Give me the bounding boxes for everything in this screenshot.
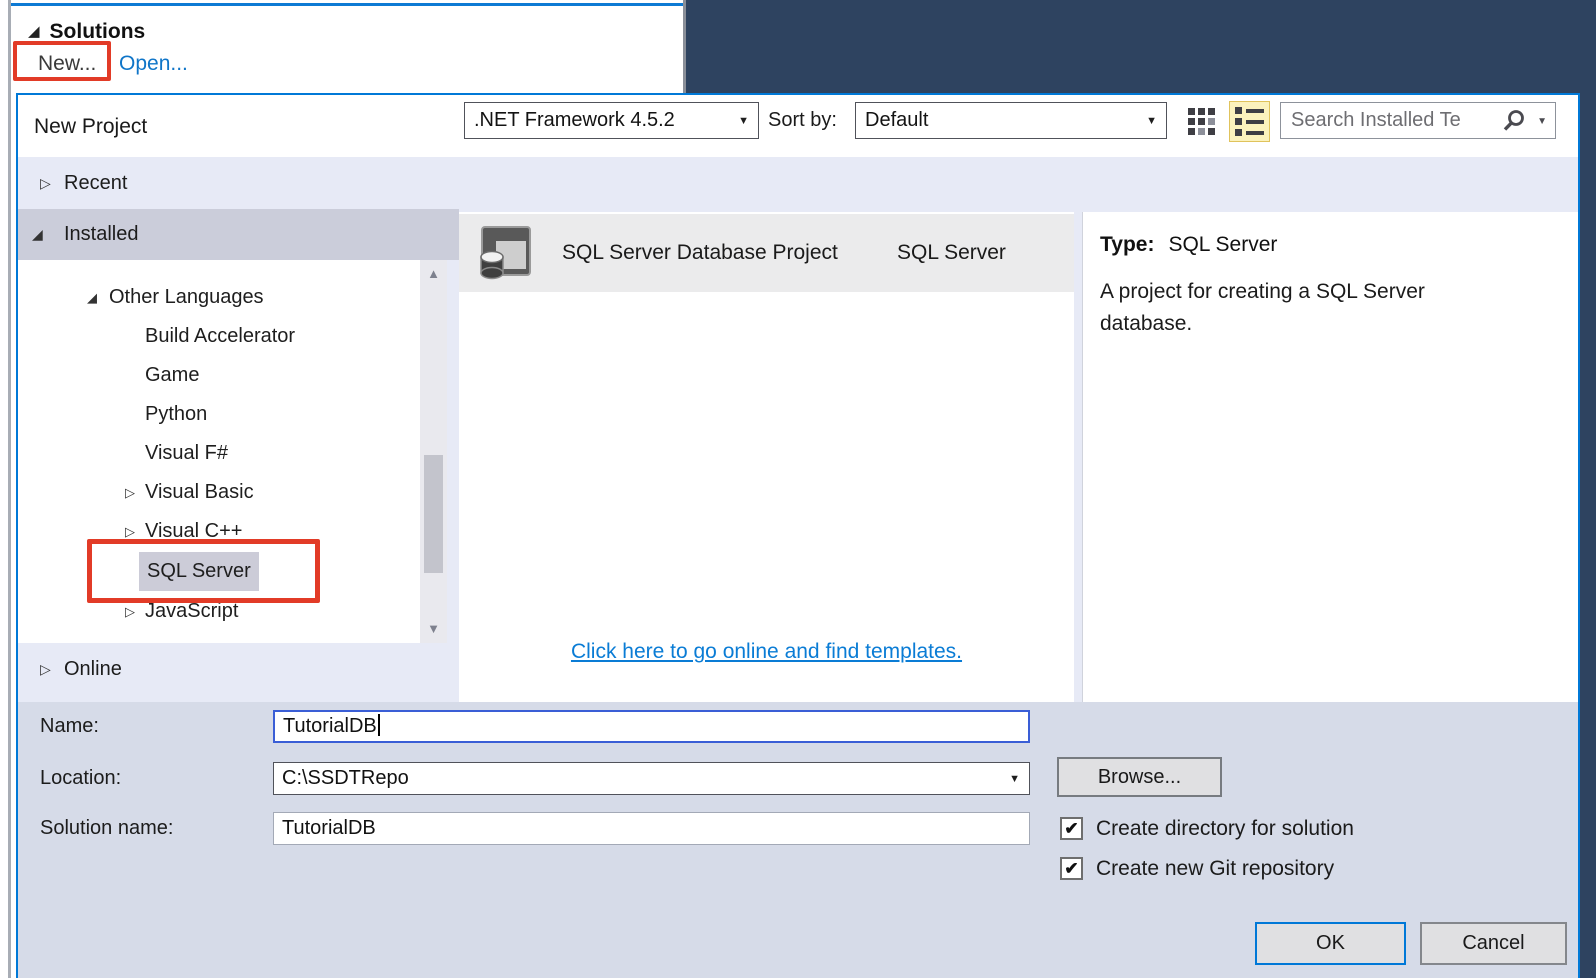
type-label: Type:	[1100, 233, 1155, 256]
create-directory-label: Create directory for solution	[1096, 817, 1354, 840]
list-view-icon	[1235, 107, 1264, 136]
dialog-title: New Project	[34, 115, 148, 138]
template-info-panel: Type: SQL Server A project for creating a…	[1082, 212, 1578, 702]
tree-scrollbar[interactable]: ▲ ▼	[420, 260, 447, 643]
grid-view-icon	[1188, 108, 1215, 135]
solution-name-field[interactable]: TutorialDB	[273, 812, 1030, 845]
project-form: Name: TutorialDB Location: C:\SSDTRepo ▼…	[18, 702, 1578, 978]
list-view-button[interactable]	[1229, 101, 1270, 142]
create-git-label: Create new Git repository	[1096, 857, 1335, 880]
tree-item-other-languages[interactable]: ◢ Other Languages	[18, 278, 447, 317]
icon-view-button[interactable]	[1181, 101, 1222, 142]
solutions-header-label: Solutions	[49, 20, 146, 43]
tree-item-sql-server[interactable]: SQL Server	[18, 552, 447, 591]
checkbox-checked-icon[interactable]: ✔	[1060, 817, 1083, 840]
search-placeholder: Search Installed Te	[1291, 109, 1461, 131]
tree-item-visual-fsharp[interactable]: Visual F#	[18, 434, 447, 473]
template-type-row: Type: SQL Server	[1100, 232, 1277, 258]
framework-select[interactable]: .NET Framework 4.5.2 ▼	[464, 102, 759, 139]
name-label: Name:	[40, 715, 99, 737]
tree-item-visual-basic[interactable]: ▷ Visual Basic	[18, 473, 447, 512]
text-caret	[377, 714, 380, 736]
solutions-header[interactable]: ◢ Solutions	[28, 15, 145, 49]
location-value: C:\SSDTRepo	[282, 767, 409, 789]
category-label: Installed	[64, 223, 139, 245]
expanded-icon: ◢	[28, 23, 40, 40]
framework-select-value: .NET Framework 4.5.2	[474, 109, 675, 131]
solution-name-label: Solution name:	[40, 817, 174, 839]
database-project-icon	[478, 224, 534, 287]
panel-separator	[1074, 212, 1082, 702]
tree-item-build-accelerator[interactable]: Build Accelerator	[18, 317, 447, 356]
ok-button[interactable]: OK	[1255, 922, 1406, 965]
location-combobox[interactable]: C:\SSDTRepo ▼	[273, 762, 1030, 795]
browse-button[interactable]: Browse...	[1057, 757, 1222, 797]
tree-item-javascript[interactable]: ▷ JavaScript	[18, 592, 447, 631]
location-label: Location:	[40, 767, 122, 789]
tree-item-python[interactable]: Python	[18, 395, 447, 434]
tree-item-label: Other Languages	[109, 286, 264, 308]
category-recent[interactable]: ▷ Recent	[18, 157, 459, 209]
tree-item-label-selected: SQL Server	[139, 552, 259, 591]
tree-item-label: Visual C++	[145, 520, 243, 542]
scrollbar-thumb[interactable]	[424, 455, 443, 573]
tree-item-label: Visual Basic	[145, 481, 254, 503]
go-online-link[interactable]: Click here to go online and find templat…	[459, 640, 1074, 664]
expanded-icon[interactable]: ◢	[32, 209, 43, 260]
tree-item-label: Game	[145, 364, 200, 386]
new-project-dialog: New Project ? ✕ ▷ Recent ◢ Installed ◢ O…	[16, 93, 1580, 978]
sort-by-label: Sort by:	[768, 109, 837, 131]
checkbox-checked-icon[interactable]: ✔	[1060, 857, 1083, 880]
collapsed-icon[interactable]: ▷	[125, 592, 135, 631]
tree-item-game[interactable]: Game	[18, 356, 447, 395]
category-online[interactable]: ▷ Online	[18, 643, 459, 695]
template-type: SQL Server	[897, 241, 1006, 264]
tree-item-label: Visual F#	[145, 442, 229, 464]
tree-item-label: JavaScript	[145, 600, 239, 622]
chevron-down-icon: ▼	[1146, 115, 1157, 127]
template-item-sql-server-database-project[interactable]: SQL Server Database Project SQL Server	[459, 214, 1074, 292]
solution-name-value: TutorialDB	[282, 817, 376, 839]
category-label: Online	[64, 658, 122, 680]
panel-separator	[683, 0, 686, 93]
search-input[interactable]: Search Installed Te ▼	[1280, 102, 1556, 139]
template-description: A project for creating a SQL Server data…	[1100, 280, 1425, 335]
tree-item-label: Build Accelerator	[145, 325, 296, 347]
category-installed[interactable]: ◢ Installed	[18, 209, 459, 260]
cancel-button[interactable]: Cancel	[1420, 922, 1567, 965]
installed-tree: ◢ Other Languages Build Accelerator Game…	[18, 260, 447, 643]
chevron-down-icon[interactable]: ▼	[1009, 773, 1020, 785]
scroll-down-icon[interactable]: ▼	[420, 617, 447, 641]
scroll-up-icon[interactable]: ▲	[420, 262, 447, 286]
collapsed-icon[interactable]: ▷	[40, 643, 51, 695]
collapsed-icon[interactable]: ▷	[125, 473, 135, 512]
type-value: SQL Server	[1168, 233, 1278, 256]
tree-item-visual-cpp[interactable]: ▷ Visual C++	[18, 512, 447, 551]
team-explorer-panel: ◢ Solutions New... Open...	[11, 3, 683, 93]
collapsed-icon[interactable]: ▷	[40, 157, 51, 209]
collapsed-icon[interactable]: ▷	[125, 512, 135, 551]
expanded-icon[interactable]: ◢	[87, 278, 97, 317]
category-panel: ▷ Recent ◢ Installed ◢ Other Languages B…	[18, 157, 459, 702]
open-solution-link[interactable]: Open...	[119, 47, 188, 81]
new-solution-link[interactable]: New...	[38, 47, 96, 81]
window-edge-line	[8, 0, 11, 978]
template-name: SQL Server Database Project	[562, 241, 838, 264]
screen: ◢ Solutions New... Open... New Project ? …	[0, 0, 1596, 978]
sort-select[interactable]: Default ▼	[855, 102, 1167, 139]
name-value: TutorialDB	[283, 715, 377, 737]
name-field[interactable]: TutorialDB	[273, 710, 1030, 743]
sort-select-value: Default	[865, 109, 929, 131]
template-list: SQL Server Database Project SQL Server C…	[459, 212, 1074, 702]
tree-item-label: Python	[145, 403, 208, 425]
chevron-down-icon: ▼	[738, 115, 749, 127]
category-label: Recent	[64, 172, 128, 194]
search-scope-dropdown-icon[interactable]: ▼	[1537, 116, 1547, 127]
panel-top-border	[11, 3, 683, 6]
search-icon	[1501, 108, 1527, 139]
